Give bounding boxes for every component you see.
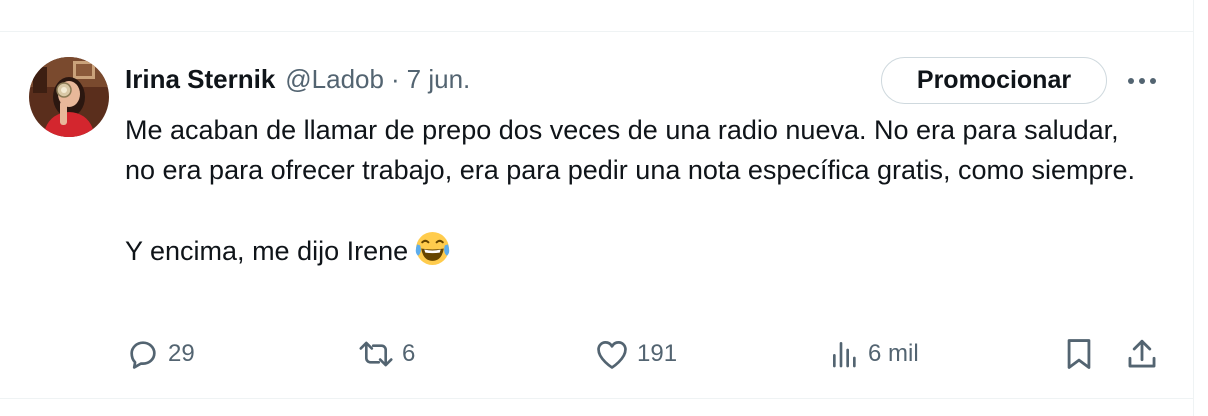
avatar-image xyxy=(29,57,109,137)
tweet-header: Irina Sternik @Ladob · 7 jun. xyxy=(125,62,470,96)
reply-button[interactable]: 29 xyxy=(126,334,195,374)
more-horizontal-icon xyxy=(1128,78,1156,84)
tweet-date[interactable]: 7 jun. xyxy=(407,64,471,95)
share-button[interactable] xyxy=(1125,334,1159,374)
reply-count: 29 xyxy=(168,340,195,367)
tweet-text-paragraph: Y encima, me dijo Irene xyxy=(125,230,1145,271)
repost-count: 6 xyxy=(402,340,416,367)
analytics-icon xyxy=(830,338,860,370)
heart-icon xyxy=(595,338,629,370)
tweet-text: Me acaban de llamar de prepo dos veces d… xyxy=(125,110,1145,271)
views-button[interactable]: 6 mil xyxy=(830,334,919,374)
tweet-text-paragraph: Me acaban de llamar de prepo dos veces d… xyxy=(125,115,1136,185)
repost-icon xyxy=(358,337,394,371)
divider-bottom xyxy=(0,398,1193,399)
header-separator: · xyxy=(390,63,400,94)
more-button[interactable] xyxy=(1122,64,1162,98)
bookmark-button[interactable] xyxy=(1064,334,1094,374)
repost-button[interactable]: 6 xyxy=(358,334,415,374)
bookmark-icon xyxy=(1064,337,1094,371)
like-count: 191 xyxy=(637,340,678,367)
like-button[interactable]: 191 xyxy=(595,334,677,374)
tweet-container: Irina Sternik @Ladob · 7 jun. Promociona… xyxy=(0,0,1194,416)
promote-button[interactable]: Promocionar xyxy=(881,57,1107,104)
tweet-text-line: Y encima, me dijo Irene xyxy=(125,236,409,266)
face-with-tears-of-joy-icon xyxy=(415,232,450,265)
author-handle[interactable]: @Ladob xyxy=(285,64,384,95)
reply-icon xyxy=(126,337,160,371)
divider-top xyxy=(0,31,1193,32)
avatar[interactable] xyxy=(29,57,109,137)
share-icon xyxy=(1125,337,1159,371)
views-count: 6 mil xyxy=(868,340,919,367)
author-name[interactable]: Irina Sternik xyxy=(125,64,275,95)
